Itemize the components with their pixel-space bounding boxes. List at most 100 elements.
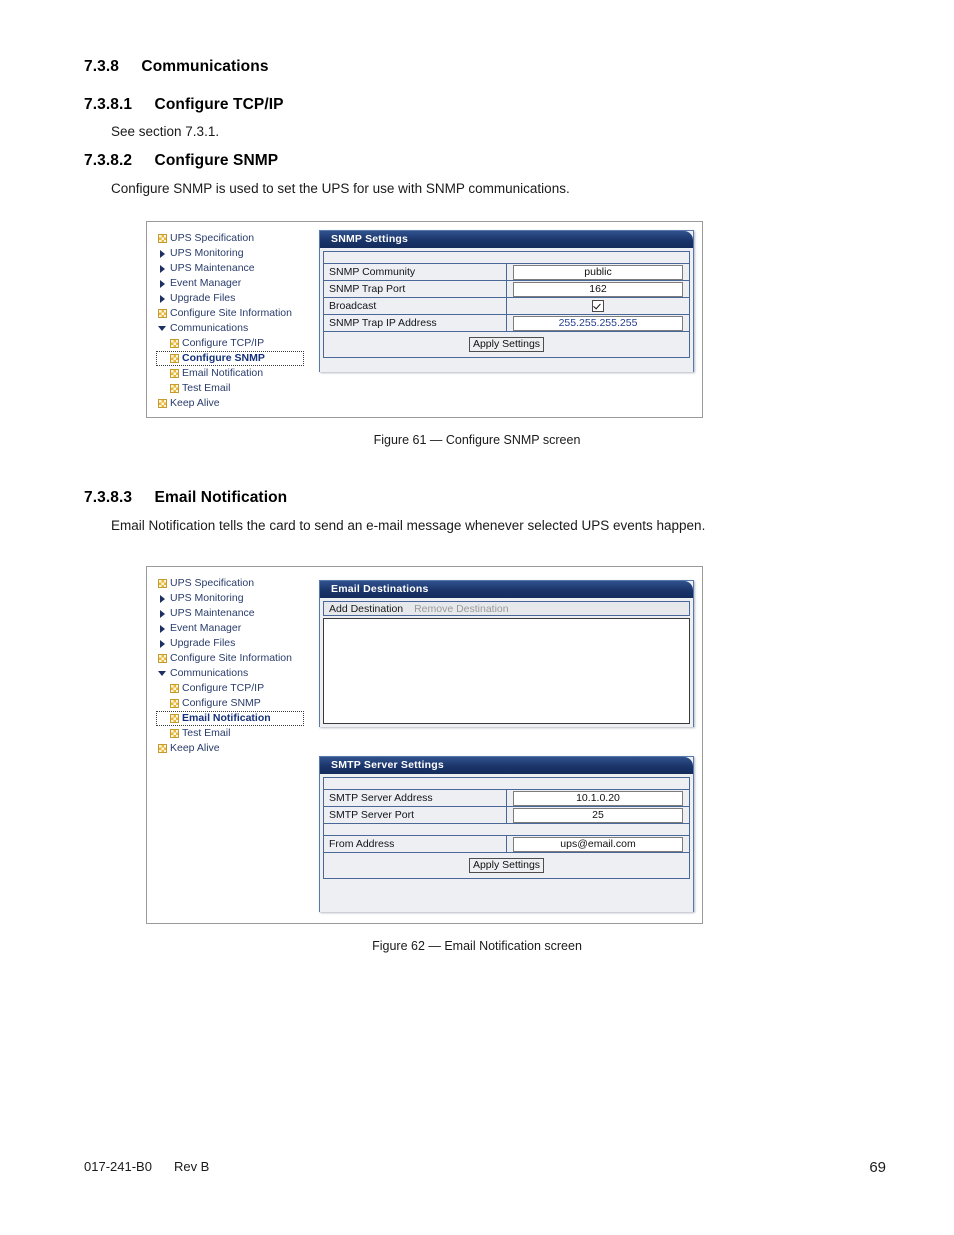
- tree-item-keep-alive[interactable]: Keep Alive: [156, 741, 324, 756]
- tree-item-ups-specification[interactable]: UPS Specification: [156, 231, 324, 246]
- heading-number: 7.3.8.2: [84, 152, 133, 169]
- table-row-apply: Apply Settings: [323, 331, 690, 358]
- triangle-right-icon: [158, 264, 167, 273]
- tree-item-communications[interactable]: Communications: [156, 666, 324, 681]
- heading-7-3-8-1: 7.3.8.1 Configure TCP/IP: [84, 96, 284, 114]
- triangle-right-icon: [158, 639, 167, 648]
- snmp-trap-ip-address-input[interactable]: 255.255.255.255: [513, 315, 683, 331]
- broken-image-icon: [158, 399, 167, 408]
- heading-number: 7.3.8.3: [84, 489, 133, 506]
- tree-item-test-email[interactable]: Test Email: [156, 381, 324, 396]
- navigation-tree-snmp[interactable]: UPS Specification UPS Monitoring UPS Mai…: [156, 231, 324, 411]
- broadcast-checkbox[interactable]: [592, 300, 604, 313]
- broken-image-icon: [158, 579, 167, 588]
- broken-image-icon: [170, 339, 179, 348]
- tree-item-label: Event Manager: [170, 622, 242, 634]
- tree-item-ups-maintenance[interactable]: UPS Maintenance: [156, 606, 324, 621]
- tree-item-label: Configure Site Information: [170, 652, 292, 664]
- tree-item-email-notification[interactable]: Email Notification: [156, 711, 304, 726]
- broken-image-icon: [170, 384, 179, 393]
- row-label: SNMP Trap IP Address: [323, 314, 507, 332]
- heading-title: Communications: [141, 58, 269, 75]
- row-label: SMTP Server Port: [323, 806, 507, 824]
- footer-document-info: 017-241-B0 Rev B: [84, 1159, 209, 1174]
- tree-item-label: UPS Monitoring: [170, 592, 244, 604]
- tree-item-ups-monitoring[interactable]: UPS Monitoring: [156, 591, 324, 606]
- tree-item-label: UPS Specification: [170, 232, 255, 244]
- apply-settings-button[interactable]: Apply Settings: [468, 337, 545, 352]
- tree-item-ups-maintenance[interactable]: UPS Maintenance: [156, 261, 324, 276]
- tree-item-label: Configure SNMP: [182, 697, 261, 709]
- tree-item-label: Event Manager: [170, 277, 242, 289]
- tree-item-configure-snmp[interactable]: Configure SNMP: [156, 351, 304, 366]
- email-destinations-panel-body: Add Destination Remove Destination: [320, 598, 693, 727]
- heading-7-3-8: 7.3.8 Communications: [84, 58, 269, 76]
- tree-item-label: UPS Specification: [170, 577, 255, 589]
- from-address-input[interactable]: ups@email.com: [513, 836, 683, 852]
- row-value: 255.255.255.255: [506, 314, 690, 332]
- figure-62-caption: Figure 62 — Email Notification screen: [372, 939, 582, 953]
- tree-item-ups-monitoring[interactable]: UPS Monitoring: [156, 246, 324, 261]
- row-label: SMTP Server Address: [323, 789, 507, 807]
- tree-item-label: UPS Monitoring: [170, 247, 244, 259]
- tree-item-event-manager[interactable]: Event Manager: [156, 621, 324, 636]
- heading-7-3-8-2: 7.3.8.2 Configure SNMP: [84, 152, 278, 170]
- snmp-settings-panel-body: SNMP Community public SNMP Trap Port 162…: [320, 248, 693, 372]
- tree-item-configure-tcpip[interactable]: Configure TCP/IP: [156, 681, 324, 696]
- tree-item-configure-site-information[interactable]: Configure Site Information: [156, 651, 324, 666]
- tree-item-label: UPS Maintenance: [170, 262, 255, 274]
- table-row-snmp-trap-ip-address: SNMP Trap IP Address 255.255.255.255: [323, 314, 690, 332]
- smtp-server-address-input[interactable]: 10.1.0.20: [513, 790, 683, 806]
- tree-item-upgrade-files[interactable]: Upgrade Files: [156, 636, 324, 651]
- paragraph-email: Email Notification tells the card to sen…: [111, 518, 706, 533]
- document-page: 7.3.8 Communications 7.3.8.1 Configure T…: [0, 0, 954, 1235]
- tree-item-event-manager[interactable]: Event Manager: [156, 276, 324, 291]
- broken-image-icon: [170, 684, 179, 693]
- row-value: [506, 297, 690, 315]
- broken-image-icon: [158, 234, 167, 243]
- tree-item-label: Communications: [170, 667, 249, 679]
- navigation-tree-email[interactable]: UPS Specification UPS Monitoring UPS Mai…: [156, 576, 324, 756]
- add-destination-button[interactable]: Add Destination: [329, 603, 403, 615]
- broken-image-icon: [170, 699, 179, 708]
- smtp-settings-table: SMTP Server Address 10.1.0.20 SMTP Serve…: [323, 777, 690, 879]
- table-row-broadcast: Broadcast: [323, 297, 690, 315]
- tree-item-configure-tcpip[interactable]: Configure TCP/IP: [156, 336, 324, 351]
- tree-item-upgrade-files[interactable]: Upgrade Files: [156, 291, 324, 306]
- tree-item-keep-alive[interactable]: Keep Alive: [156, 396, 324, 411]
- tree-item-configure-site-information[interactable]: Configure Site Information: [156, 306, 324, 321]
- snmp-community-input[interactable]: public: [513, 264, 683, 280]
- email-destinations-panel: Email Destinations Add Destination Remov…: [319, 580, 694, 727]
- tree-item-label: Communications: [170, 322, 249, 334]
- tree-item-communications[interactable]: Communications: [156, 321, 324, 336]
- broken-image-icon: [158, 654, 167, 663]
- row-label: SNMP Community: [323, 263, 507, 281]
- broken-image-icon: [158, 744, 167, 753]
- tree-item-email-notification[interactable]: Email Notification: [156, 366, 324, 381]
- email-destinations-list[interactable]: [323, 618, 690, 724]
- row-value: 162: [506, 280, 690, 298]
- triangle-right-icon: [158, 594, 167, 603]
- figure-61-caption: Figure 61 — Configure SNMP screen: [373, 433, 581, 447]
- smtp-server-settings-panel-title: SMTP Server Settings: [320, 757, 693, 774]
- broken-image-icon: [158, 309, 167, 318]
- row-label: Broadcast: [323, 297, 507, 315]
- smtp-server-port-input[interactable]: 25: [513, 807, 683, 823]
- figure-61-configure-snmp-screen: UPS Specification UPS Monitoring UPS Mai…: [146, 221, 703, 418]
- heading-title: Configure SNMP: [154, 152, 279, 169]
- row-label: From Address: [323, 835, 507, 853]
- snmp-trap-port-input[interactable]: 162: [513, 281, 683, 297]
- tree-item-label: Keep Alive: [170, 397, 220, 409]
- table-row-smtp-server-port: SMTP Server Port 25: [323, 806, 690, 824]
- tree-item-ups-specification[interactable]: UPS Specification: [156, 576, 324, 591]
- tree-item-test-email[interactable]: Test Email: [156, 726, 324, 741]
- tree-item-label: Configure Site Information: [170, 307, 292, 319]
- snmp-settings-panel: SNMP Settings SNMP Community public SNMP…: [319, 230, 694, 372]
- table-row-snmp-trap-port: SNMP Trap Port 162: [323, 280, 690, 298]
- heading-number: 7.3.8: [84, 58, 119, 75]
- triangle-right-icon: [158, 609, 167, 618]
- tree-item-label: Upgrade Files: [170, 292, 236, 304]
- paragraph-tcpip: See section 7.3.1.: [111, 124, 220, 139]
- apply-settings-button[interactable]: Apply Settings: [468, 858, 545, 873]
- tree-item-configure-snmp[interactable]: Configure SNMP: [156, 696, 324, 711]
